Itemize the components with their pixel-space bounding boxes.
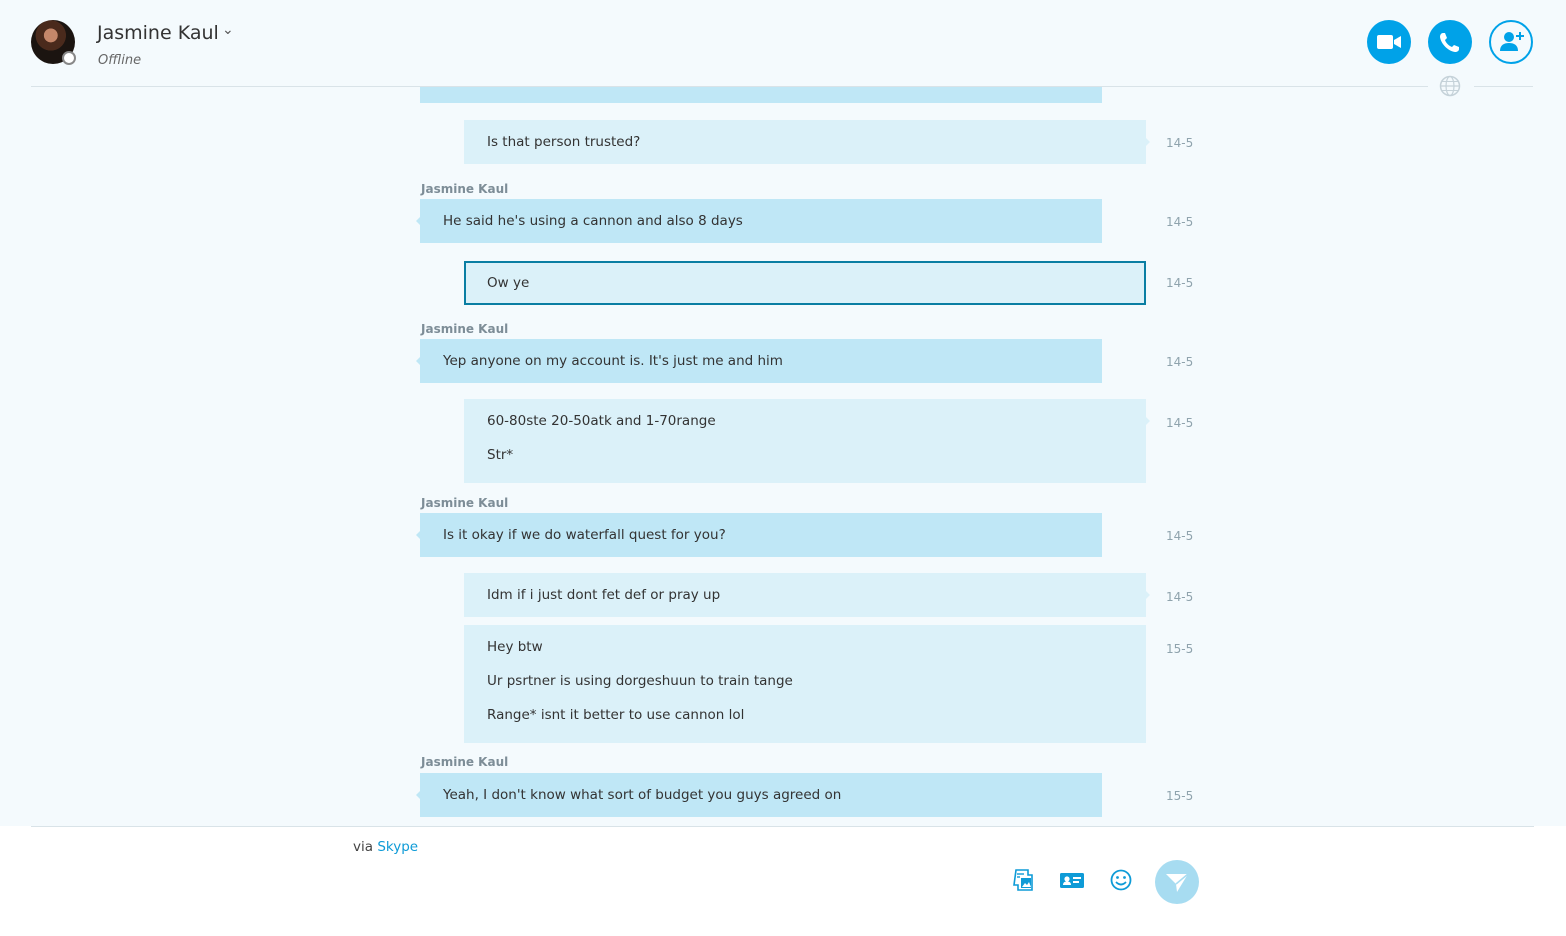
emoticon-icon[interactable]	[1107, 866, 1135, 894]
message-text: 60-80ste 20-50atk and 1-70range	[487, 413, 716, 429]
message-sender: Jasmine Kaul	[421, 496, 509, 510]
audio-call-button[interactable]	[1428, 20, 1472, 64]
message-bubble-selected[interactable]: Ow ye	[464, 261, 1146, 305]
message-text: Ow ye	[487, 275, 530, 291]
message-timestamp: 14-5	[1166, 276, 1194, 290]
contact-status: Offline	[98, 53, 142, 68]
add-people-icon	[1500, 32, 1524, 51]
video-call-button[interactable]	[1367, 20, 1411, 64]
message-bubble[interactable]: 60-80ste 20-50atk and 1-70range Str*	[464, 399, 1150, 483]
skype-link[interactable]: Skype	[377, 839, 418, 855]
chevron-down-icon[interactable]: ⌄	[222, 22, 234, 38]
message-timestamp: 14-5	[1166, 590, 1194, 604]
message-timestamp: 15-5	[1166, 789, 1194, 803]
via-prefix: via	[353, 839, 374, 855]
video-call-icon	[1377, 35, 1401, 49]
message-bubble[interactable]: Yep anyone on my account is. It's just m…	[416, 339, 1102, 383]
compose-area: via Skype	[0, 826, 1566, 936]
message-text: Str*	[487, 447, 514, 463]
message-text: Yeah, I don't know what sort of budget y…	[443, 787, 842, 803]
via-label: via Skype	[353, 839, 418, 855]
chat-header: Jasmine Kaul ⌄ Offline	[0, 0, 1566, 86]
message-text: Hey btw	[487, 639, 543, 655]
message-text: Idm if i just dont fet def or pray up	[487, 587, 721, 603]
message-bubble[interactable]: He said he's using a cannon and also 8 d…	[416, 199, 1102, 243]
send-icon	[1166, 873, 1189, 892]
message-timestamp: 15-5	[1166, 642, 1194, 656]
message-sender: Jasmine Kaul	[421, 182, 509, 196]
message-timestamp: 14-5	[1166, 416, 1194, 430]
message-timestamp: 14-5	[1166, 136, 1194, 150]
message-sender: Jasmine Kaul	[421, 755, 509, 769]
audio-call-icon	[1440, 33, 1459, 52]
message-text: He said he's using a cannon and also 8 d…	[443, 213, 743, 229]
send-contact-icon[interactable]	[1058, 866, 1086, 894]
message-bubble[interactable]: Hey btw Ur psrtner is using dorgeshuun t…	[464, 625, 1146, 743]
message-bubble[interactable]: Is that person trusted?	[464, 120, 1150, 164]
message-text: Is it okay if we do waterfall quest for …	[443, 527, 726, 543]
message-bubble[interactable]: Is it okay if we do waterfall quest for …	[416, 513, 1102, 557]
compose-divider	[31, 826, 1534, 827]
send-image-icon[interactable]	[1010, 866, 1038, 894]
message-bubble[interactable]: Yeah, I don't know what sort of budget y…	[416, 773, 1102, 817]
conversation-area[interactable]: Is that person trusted? 14-5 Jasmine Kau…	[0, 87, 1566, 826]
message-text: Is that person trusted?	[487, 134, 641, 150]
message-text: Yep anyone on my account is. It's just m…	[443, 353, 783, 369]
message-text	[443, 87, 1079, 103]
message-bubble[interactable]: Idm if i just dont fet def or pray up	[464, 573, 1150, 617]
message-sender: Jasmine Kaul	[421, 322, 509, 336]
message-timestamp: 14-5	[1166, 355, 1194, 369]
message-timestamp: 14-5	[1166, 215, 1194, 229]
message-bubble[interactable]	[420, 87, 1102, 103]
message-text: Range* isnt it better to use cannon lol	[487, 707, 745, 723]
send-button[interactable]	[1155, 860, 1199, 904]
add-people-button[interactable]	[1489, 20, 1533, 64]
message-text: Ur psrtner is using dorgeshuun to train …	[487, 673, 793, 689]
presence-offline-icon	[62, 51, 76, 65]
message-timestamp: 14-5	[1166, 529, 1194, 543]
contact-name[interactable]: Jasmine Kaul	[97, 22, 219, 44]
